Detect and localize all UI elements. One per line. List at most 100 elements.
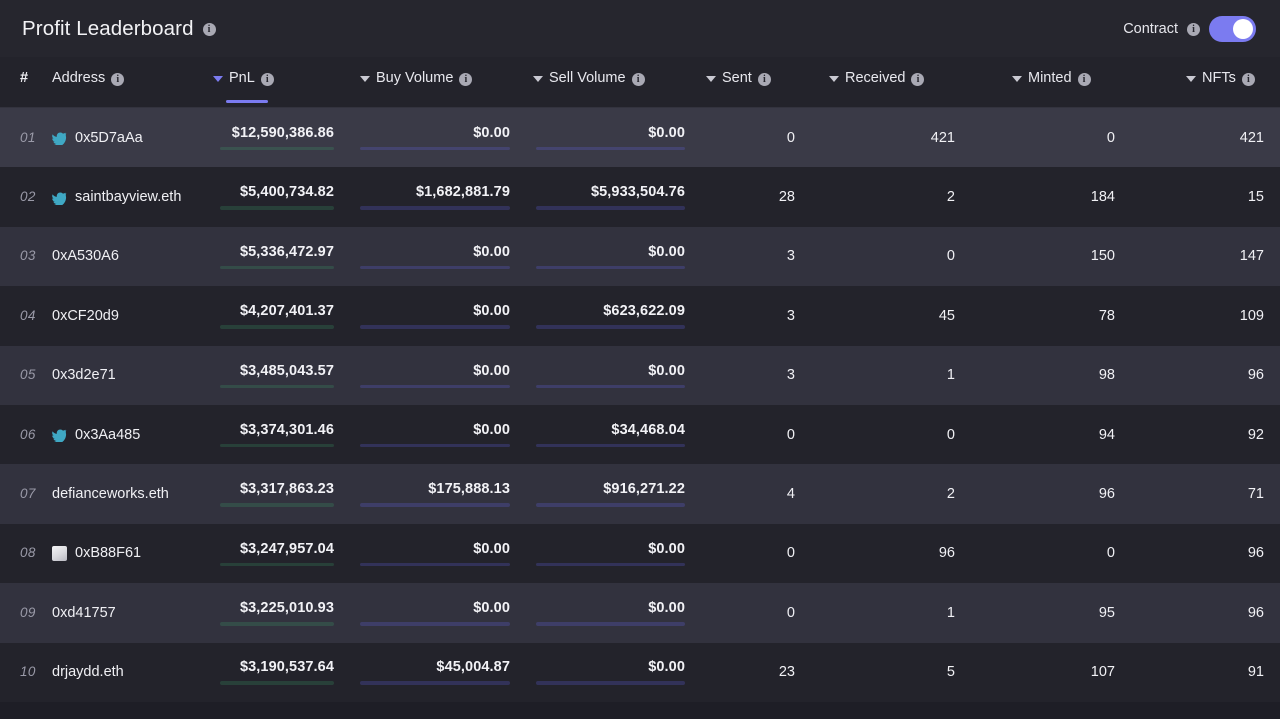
value-bar-track	[536, 443, 685, 448]
row-address[interactable]: 0x5D7aAa	[52, 130, 207, 146]
row-sent: 23	[698, 663, 813, 681]
table-row[interactable]: 02 saintbayview.eth $5,400,734.82 $1,682,88…	[0, 167, 1280, 227]
sort-caret-down-icon[interactable]	[1186, 76, 1196, 82]
row-nfts: 147	[1128, 247, 1280, 265]
row-sent: 3	[698, 366, 813, 384]
table-row[interactable]: 05 0x3d2e71 $3,485,043.57 $0.00 $0.00 3 1 98 96	[0, 345, 1280, 405]
page-title: Profit Leaderboard i	[22, 17, 216, 41]
sort-caret-down-icon[interactable]	[533, 76, 543, 82]
row-received: 0	[813, 247, 968, 265]
row-buy-volume: $45,004.87	[347, 659, 523, 685]
pnl-value: $4,207,401.37	[239, 303, 334, 320]
sort-caret-down-icon[interactable]	[706, 76, 716, 82]
row-rank: 10	[0, 663, 52, 681]
sent-info-icon[interactable]: i	[757, 72, 771, 86]
received-info-icon[interactable]: i	[911, 72, 925, 86]
row-address[interactable]: 0x3Aa485	[52, 427, 207, 443]
buy-volume-info-icon[interactable]: i	[459, 72, 473, 86]
column-header-minted[interactable]: Minted i	[968, 70, 1128, 86]
row-sell-volume: $34,468.04	[523, 423, 698, 448]
sort-caret-down-icon[interactable]	[1012, 76, 1022, 82]
row-minted: 107	[968, 663, 1128, 681]
address-value[interactable]: 0x3Aa485	[52, 427, 207, 443]
sort-caret-down-icon[interactable]	[360, 76, 370, 82]
received-value: 45	[938, 307, 955, 324]
address-value[interactable]: defianceworks.eth	[52, 486, 207, 502]
value-bar-track	[220, 562, 334, 567]
row-buy-volume: $0.00	[347, 126, 523, 151]
minted-value: 184	[1090, 189, 1115, 206]
table-row[interactable]: 09 0xd41757 $3,225,010.93 $0.00 $0.00 0 1 95 96	[0, 583, 1280, 643]
buy-volume-value: $45,004.87	[436, 659, 510, 676]
value-bar-track	[220, 681, 334, 685]
app-header: Profit Leaderboard i Contract i	[0, 0, 1280, 57]
contract-info-icon[interactable]: i	[1187, 23, 1200, 36]
minted-value: 95	[1098, 604, 1115, 621]
column-header-nfts[interactable]: NFTs i	[1128, 70, 1280, 86]
address-value[interactable]: 0xA530A6	[52, 248, 207, 264]
row-address[interactable]: 0xCF20d9	[52, 308, 207, 324]
address-value[interactable]: 0x5D7aAa	[52, 130, 207, 146]
row-address[interactable]: 0xA530A6	[52, 248, 207, 264]
column-header-received[interactable]: Received i	[813, 70, 968, 86]
row-nfts: 109	[1128, 307, 1280, 325]
address-text: 0x3Aa485	[75, 426, 141, 443]
table-row[interactable]: 06 0x3Aa485 $3,374,301.46 $0.00 $34,468.04 0 0…	[0, 404, 1280, 465]
minted-value: 107	[1090, 664, 1115, 681]
row-address[interactable]: 0xB88F61	[52, 545, 207, 561]
table-row[interactable]: 10 drjaydd.eth $3,190,537.64 $45,004.87 $0.0…	[0, 642, 1280, 702]
table-row[interactable]: 07 defianceworks.eth $3,317,863.23 $175,888…	[0, 464, 1280, 524]
sell-volume-info-icon[interactable]: i	[631, 72, 645, 86]
column-header-sell-volume[interactable]: Sell Volume i	[523, 70, 698, 86]
table-row[interactable]: 04 0xCF20d9 $4,207,401.37 $0.00 $623,622.09 3…	[0, 286, 1280, 346]
value-bar-track	[220, 622, 334, 626]
pnl-value: $3,374,301.46	[239, 421, 334, 438]
table-row[interactable]: 08 0xB88F61 $3,247,957.04 $0.00 $0.00 0 96 0 96	[0, 523, 1280, 584]
row-address[interactable]: defianceworks.eth	[52, 486, 207, 502]
row-pnl: $12,590,386.86	[207, 126, 347, 151]
nfts-info-icon[interactable]: i	[1241, 72, 1255, 86]
row-minted: 96	[968, 485, 1128, 503]
row-received: 0	[813, 426, 968, 444]
value-bar-track	[536, 325, 685, 329]
address-text: defianceworks.eth	[52, 486, 169, 503]
row-address[interactable]: 0xd41757	[52, 605, 207, 621]
sort-caret-down-icon[interactable]	[829, 76, 839, 82]
address-value[interactable]: 0xd41757	[52, 605, 207, 621]
pnl-info-icon[interactable]: i	[260, 72, 274, 86]
value-bar-track	[360, 325, 510, 329]
row-sell-volume: $0.00	[523, 542, 698, 567]
address-value[interactable]: drjaydd.eth	[52, 664, 207, 680]
address-value[interactable]: 0xB88F61	[52, 545, 207, 561]
row-pnl: $3,190,537.64	[207, 660, 347, 685]
address-text: drjaydd.eth	[52, 664, 124, 681]
row-pnl: $5,336,472.97	[207, 245, 347, 270]
rank-value: 02	[20, 189, 36, 205]
address-text: 0xCF20d9	[52, 307, 119, 324]
sort-caret-down-icon[interactable]	[213, 76, 223, 82]
address-info-icon[interactable]: i	[111, 72, 125, 86]
minted-info-icon[interactable]: i	[1077, 72, 1091, 86]
table-row[interactable]: 01 0x5D7aAa $12,590,386.86 $0.00 $0.00 0 421 0 4…	[0, 108, 1280, 168]
column-header-sent[interactable]: Sent i	[698, 70, 813, 86]
column-header-buy-volume[interactable]: Buy Volume i	[347, 70, 523, 86]
received-value: 0	[946, 426, 955, 443]
address-value[interactable]: saintbayview.eth	[52, 189, 207, 206]
row-nfts: 96	[1128, 366, 1280, 384]
row-nfts: 91	[1128, 663, 1280, 681]
sent-value: 0	[786, 545, 795, 562]
row-address[interactable]: 0x3d2e71	[52, 367, 207, 383]
row-minted: 95	[968, 604, 1128, 622]
row-sent: 0	[698, 544, 813, 562]
contract-toggle[interactable]	[1209, 15, 1256, 42]
address-value[interactable]: 0xCF20d9	[52, 308, 207, 324]
title-info-icon[interactable]: i	[202, 23, 216, 36]
column-header-address[interactable]: Address i	[52, 70, 207, 86]
address-value[interactable]: 0x3d2e71	[52, 367, 207, 383]
row-address[interactable]: saintbayview.eth	[52, 189, 207, 206]
row-address[interactable]: drjaydd.eth	[52, 664, 207, 680]
row-rank: 01	[0, 129, 52, 147]
row-buy-volume: $175,888.13	[347, 482, 523, 507]
table-row[interactable]: 03 0xA530A6 $5,336,472.97 $0.00 $0.00 3 0 150 14…	[0, 226, 1280, 287]
column-header-pnl[interactable]: PnL i	[207, 70, 347, 103]
